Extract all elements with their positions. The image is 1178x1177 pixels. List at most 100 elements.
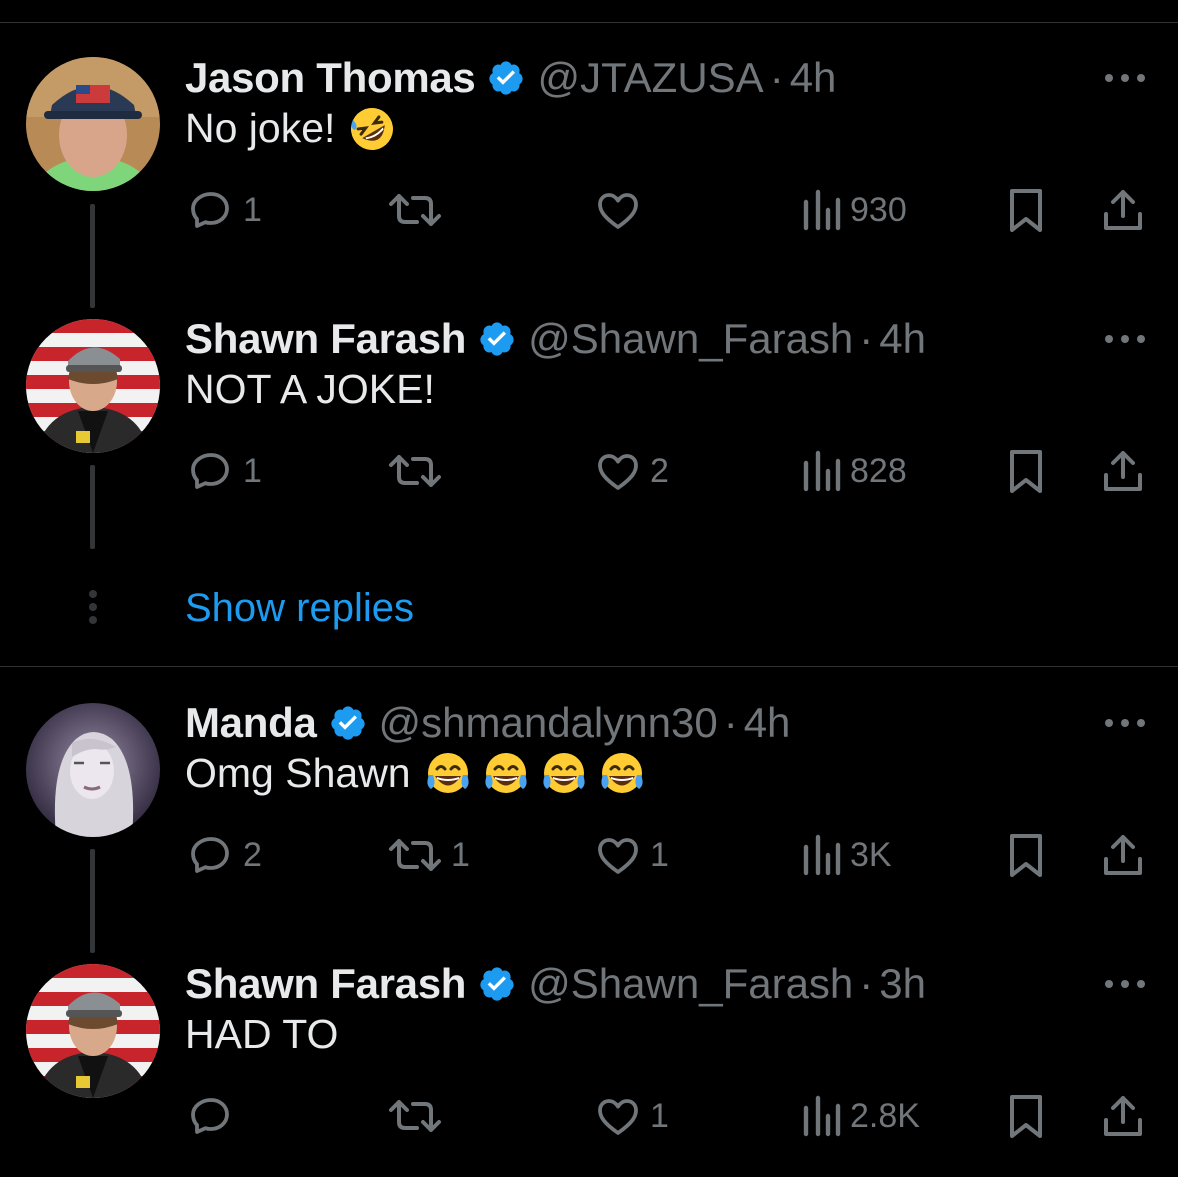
- bookmark-icon: [1010, 834, 1042, 877]
- views-icon: [803, 189, 841, 231]
- avatar[interactable]: [26, 57, 160, 191]
- tweet-text: HAD TO: [185, 1011, 338, 1058]
- like-count: 1: [650, 1096, 669, 1135]
- like-icon: [598, 838, 638, 874]
- bookmark-button[interactable]: [1004, 1092, 1048, 1140]
- display-name[interactable]: Manda: [185, 699, 317, 747]
- view-count: 930: [850, 190, 907, 229]
- repost-count: 1: [451, 835, 470, 874]
- reply-icon: [191, 1098, 229, 1134]
- bookmark-icon: [1010, 1095, 1042, 1138]
- bookmark-button[interactable]: [1004, 447, 1048, 495]
- verified-badge-icon: [480, 322, 514, 356]
- view-count: 2.8K: [850, 1096, 920, 1135]
- handle[interactable]: @Shawn_Farash: [528, 960, 853, 1008]
- tweet-body: NOT A JOKE!: [185, 366, 435, 412]
- section-divider: [0, 666, 1178, 667]
- more-icon[interactable]: [1103, 331, 1147, 347]
- like-count: 2: [650, 451, 669, 490]
- share-button[interactable]: [1100, 831, 1146, 879]
- views-icon: [803, 834, 841, 876]
- rolling-on-floor-laughing-emoji: [351, 107, 394, 150]
- repost-icon: [389, 839, 441, 871]
- tweet-shawn-farash-2[interactable]: Shawn Farash @Shawn_Farash · 3h HAD TO 1…: [0, 956, 1178, 1177]
- reply-button[interactable]: 1: [187, 447, 262, 495]
- timestamp[interactable]: 4h: [879, 315, 926, 363]
- views-icon: [803, 450, 841, 492]
- timestamp[interactable]: 3h: [879, 960, 926, 1008]
- share-button[interactable]: [1100, 186, 1146, 234]
- like-icon: [598, 454, 638, 490]
- reply-count: 1: [243, 451, 262, 490]
- separator: ·: [769, 54, 784, 101]
- like-count: 1: [650, 835, 669, 874]
- tears-of-joy-emoji: [427, 752, 469, 793]
- repost-button[interactable]: [387, 186, 451, 234]
- reply-button[interactable]: 2: [187, 831, 262, 879]
- views-button[interactable]: 3K: [802, 831, 892, 879]
- reply-button[interactable]: 1: [187, 186, 262, 234]
- views-button[interactable]: 930: [802, 186, 907, 234]
- view-count: 3K: [850, 835, 892, 874]
- handle[interactable]: @shmandalynn30: [379, 699, 718, 747]
- tweet-text: Omg Shawn: [185, 750, 645, 797]
- thread-dots-icon: [89, 590, 97, 624]
- separator: ·: [723, 699, 738, 746]
- display-name[interactable]: Shawn Farash: [185, 960, 466, 1008]
- views-icon: [803, 1095, 841, 1137]
- repost-icon: [389, 1100, 441, 1132]
- repost-button[interactable]: [387, 1092, 451, 1140]
- more-icon[interactable]: [1103, 70, 1147, 86]
- reply-icon: [191, 192, 229, 228]
- tweet-body: HAD TO: [185, 1011, 339, 1057]
- more-icon[interactable]: [1103, 715, 1147, 731]
- repost-icon: [389, 455, 441, 487]
- tears-of-joy-emoji: [543, 752, 585, 793]
- show-replies-link[interactable]: Show replies: [185, 586, 414, 631]
- share-icon: [1104, 1096, 1142, 1136]
- avatar[interactable]: [26, 964, 160, 1098]
- tweet-manda[interactable]: Manda @shmandalynn30 · 4h Omg Shawn 2 1 …: [0, 695, 1178, 955]
- repost-button[interactable]: 1: [387, 831, 470, 879]
- like-button[interactable]: 1: [594, 831, 669, 879]
- view-count: 828: [850, 451, 907, 490]
- views-button[interactable]: 2.8K: [802, 1092, 920, 1140]
- reply-icon: [191, 453, 229, 489]
- handle[interactable]: @Shawn_Farash: [528, 315, 853, 363]
- tweet-jason-thomas[interactable]: Jason Thomas @JTAZUSA · 4h No joke! 1 93…: [0, 50, 1178, 310]
- reply-count: 2: [243, 835, 262, 874]
- reply-icon: [191, 837, 229, 873]
- repost-icon: [389, 194, 441, 226]
- tweet-shawn-farash-1[interactable]: Shawn Farash @Shawn_Farash · 4h NOT A JO…: [0, 311, 1178, 571]
- like-button[interactable]: 1: [594, 1092, 669, 1140]
- reply-count: 1: [243, 190, 262, 229]
- like-button[interactable]: 2: [594, 447, 669, 495]
- reply-button[interactable]: [187, 1092, 243, 1140]
- bookmark-button[interactable]: [1004, 831, 1048, 879]
- share-icon: [1104, 835, 1142, 875]
- more-icon[interactable]: [1103, 976, 1147, 992]
- avatar[interactable]: [26, 703, 160, 837]
- like-button[interactable]: [594, 186, 650, 234]
- views-button[interactable]: 828: [802, 447, 907, 495]
- tweet-text: NOT A JOKE!: [185, 366, 435, 413]
- handle[interactable]: @JTAZUSA: [537, 54, 763, 102]
- timestamp[interactable]: 4h: [790, 54, 837, 102]
- separator: ·: [859, 315, 874, 362]
- verified-badge-icon: [330, 706, 365, 740]
- bookmark-icon: [1010, 189, 1042, 232]
- avatar[interactable]: [26, 319, 160, 453]
- display-name[interactable]: Jason Thomas: [185, 54, 476, 102]
- tears-of-joy-emoji: [485, 752, 527, 793]
- verified-badge-icon: [489, 61, 524, 95]
- repost-button[interactable]: [387, 447, 451, 495]
- verified-badge-icon: [480, 967, 514, 1001]
- share-button[interactable]: [1100, 447, 1146, 495]
- display-name[interactable]: Shawn Farash: [185, 315, 466, 363]
- share-icon: [1104, 190, 1142, 230]
- share-button[interactable]: [1100, 1092, 1146, 1140]
- share-icon: [1104, 451, 1142, 491]
- bookmark-button[interactable]: [1004, 186, 1048, 234]
- tweet-text: No joke!: [185, 105, 395, 152]
- timestamp[interactable]: 4h: [744, 699, 791, 747]
